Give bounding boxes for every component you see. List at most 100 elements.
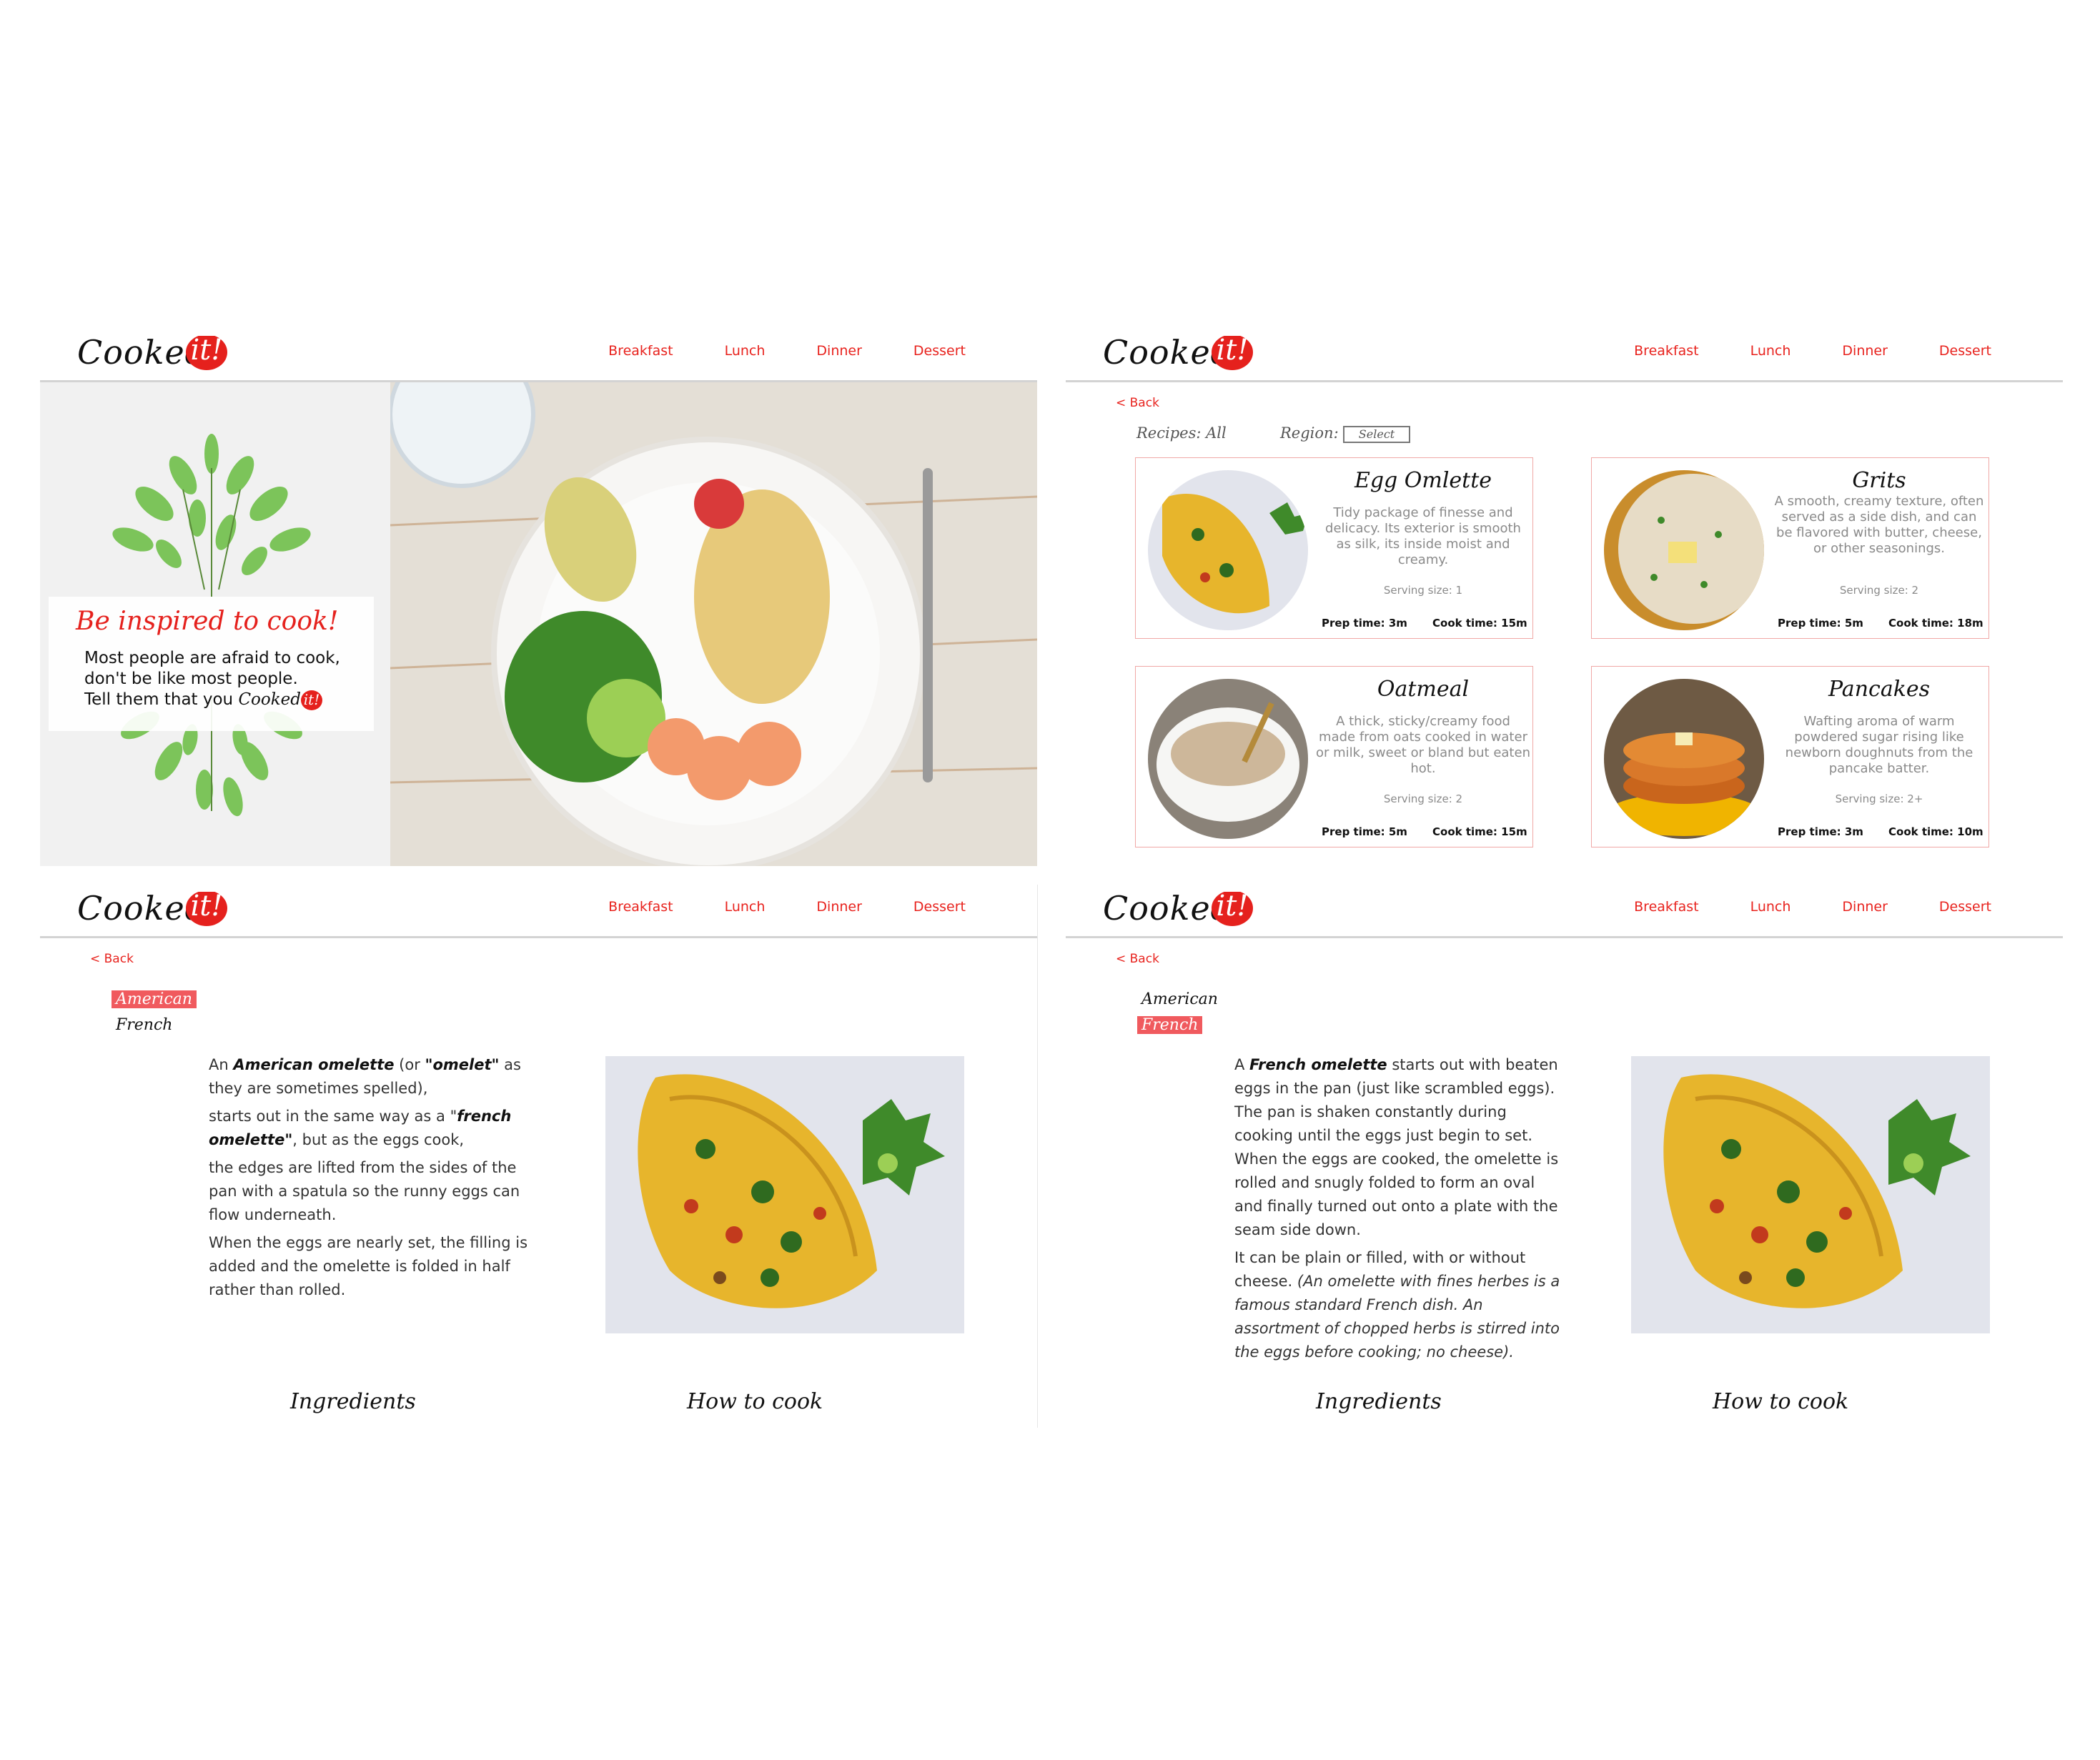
logo[interactable]: Cooked it! — [77, 892, 234, 933]
card-prep-time: Prep time: 3m — [1778, 825, 1863, 838]
nav-menu: Breakfast Lunch Dinner Dessert — [557, 899, 966, 915]
text: An — [209, 1056, 234, 1073]
card-description: Tidy package of finesse and delicacy. It… — [1325, 505, 1521, 567]
omelette-photo — [1631, 1056, 1990, 1333]
region-tab-american[interactable]: American — [1137, 990, 1222, 1008]
paragraph: An American omelette (or "omelet" as the… — [209, 1053, 538, 1100]
nav-dinner[interactable]: Dinner — [1842, 343, 1888, 359]
card-serving: Serving size: 2 — [1383, 792, 1463, 805]
recipe-card-pancakes[interactable]: Pancakes Wafting aroma of warm powdered … — [1591, 666, 1989, 847]
nav-menu: Breakfast Lunch Dinner Dessert — [1583, 899, 1991, 915]
omelette-photo — [605, 1056, 964, 1333]
french-description: A French omelette starts out with beaten… — [1234, 1053, 1567, 1368]
card-serving: Serving size: 1 — [1383, 584, 1463, 597]
nav-dinner[interactable]: Dinner — [816, 899, 862, 915]
ingredients-link[interactable]: Ingredients — [290, 1389, 416, 1414]
nav-menu: Breakfast Lunch Dinner Dessert — [1583, 343, 1991, 359]
ingredients-link[interactable]: Ingredients — [1316, 1389, 1442, 1414]
hero-title: Be inspired to cook! — [76, 607, 339, 636]
detail-french-screen: Cooked it! Breakfast Lunch Dinner Desser… — [1066, 885, 2063, 1428]
top-nav: Cooked it! Breakfast Lunch Dinner Desser… — [1066, 885, 2063, 938]
logo-badge: it! — [186, 336, 227, 370]
back-link[interactable]: < Back — [90, 952, 134, 966]
card-title: Oatmeal — [1377, 677, 1470, 702]
nav-breakfast[interactable]: Breakfast — [1634, 343, 1698, 359]
card-title: Pancakes — [1828, 677, 1931, 702]
nav-dinner[interactable]: Dinner — [1842, 899, 1888, 915]
how-to-cook-link[interactable]: How to cook — [1713, 1389, 1848, 1414]
hero-line-3: Tell them that you Cooked it! — [84, 690, 340, 710]
nav-lunch[interactable]: Lunch — [1750, 343, 1791, 359]
hero-line-3-text: Tell them that you — [84, 690, 239, 709]
card-cook-time: Cook time: 15m — [1432, 825, 1527, 838]
logo[interactable]: Cooked it! — [77, 336, 234, 377]
top-nav: Cooked it! Breakfast Lunch Dinner Desser… — [1066, 329, 2063, 382]
card-title: Grits — [1852, 468, 1906, 493]
nav-menu: Breakfast Lunch Dinner Dessert — [557, 343, 966, 359]
text-emphasis: American omelette — [233, 1056, 395, 1073]
region-label: Region: — [1280, 424, 1339, 442]
hero-line-2: don't be like most people. — [84, 670, 298, 688]
hero-leaves-panel: Be inspired to cook! Most people are afr… — [40, 382, 390, 866]
nav-lunch[interactable]: Lunch — [725, 899, 766, 915]
top-nav: Cooked it! Breakfast Lunch Dinner Desser… — [40, 329, 1037, 382]
card-title: Egg Omlette — [1354, 468, 1492, 493]
text: starts out with beaten eggs in the pan (… — [1234, 1056, 1559, 1238]
paragraph: starts out in the same way as a "french … — [209, 1105, 538, 1152]
card-cook-time: Cook time: 10m — [1888, 825, 1983, 838]
card-prep-time: Prep time: 5m — [1778, 617, 1863, 630]
region-tab-french[interactable]: French — [112, 1016, 177, 1034]
card-serving: Serving size: 2 — [1839, 584, 1919, 597]
nav-breakfast[interactable]: Breakfast — [608, 899, 673, 915]
nav-dessert[interactable]: Dessert — [1939, 899, 1991, 915]
listing-screen: Cooked it! Breakfast Lunch Dinner Desser… — [1066, 329, 2063, 866]
paragraph: It can be plain or filled, with or witho… — [1234, 1246, 1567, 1364]
text: starts out in the same way as a " — [209, 1108, 457, 1125]
logo[interactable]: Cooked it! — [1103, 336, 1260, 377]
paragraph: When the eggs are nearly set, the fillin… — [209, 1234, 528, 1298]
card-cook-time: Cook time: 18m — [1888, 617, 1983, 630]
top-nav: Cooked it! Breakfast Lunch Dinner Desser… — [40, 885, 1037, 938]
hero-food-photo — [390, 382, 1037, 866]
nav-dessert[interactable]: Dessert — [913, 343, 966, 359]
paragraph: A French omelette starts out with beaten… — [1234, 1053, 1567, 1242]
hero-line-1: Most people are afraid to cook, — [84, 649, 340, 667]
text: A — [1234, 1056, 1250, 1073]
region-select[interactable]: Select — [1343, 426, 1410, 443]
recipes-filter[interactable]: Recipes: All — [1136, 424, 1227, 442]
screen-divider — [1037, 885, 1038, 1428]
region-tab-american[interactable]: American — [112, 990, 197, 1008]
pancakes-image — [1604, 679, 1764, 839]
logo-badge: it! — [1212, 892, 1253, 926]
card-description: A thick, sticky/creamy food made from oa… — [1316, 714, 1530, 776]
grits-image — [1604, 470, 1764, 630]
back-link[interactable]: < Back — [1116, 396, 1159, 410]
recipe-card-grits[interactable]: Grits A smooth, creamy texture, often se… — [1591, 457, 1989, 639]
back-link[interactable]: < Back — [1116, 952, 1159, 966]
egg-omlette-image — [1148, 470, 1308, 630]
text: , but as the eggs cook, — [292, 1131, 465, 1148]
logo[interactable]: Cooked it! — [1103, 892, 1260, 933]
nav-dinner[interactable]: Dinner — [816, 343, 862, 359]
nav-dessert[interactable]: Dessert — [913, 899, 966, 915]
nav-breakfast[interactable]: Breakfast — [1634, 899, 1698, 915]
nav-breakfast[interactable]: Breakfast — [608, 343, 673, 359]
how-to-cook-link[interactable]: How to cook — [687, 1389, 823, 1414]
nav-dessert[interactable]: Dessert — [1939, 343, 1991, 359]
recipe-card-oatmeal[interactable]: Oatmeal A thick, sticky/creamy food made… — [1135, 666, 1533, 847]
text: (or — [394, 1056, 425, 1073]
american-description: An American omelette (or "omelet" as the… — [209, 1053, 538, 1306]
home-screen: Cooked it! Breakfast Lunch Dinner Desser… — [40, 329, 1037, 866]
paragraph: the edges are lifted from the sides of t… — [209, 1159, 520, 1223]
text-emphasis: "omelet" — [425, 1056, 500, 1073]
nav-lunch[interactable]: Lunch — [725, 343, 766, 359]
region-tab-french[interactable]: French — [1137, 1016, 1203, 1034]
nav-lunch[interactable]: Lunch — [1750, 899, 1791, 915]
card-serving: Serving size: 2+ — [1835, 792, 1923, 805]
recipe-card-egg-omlette[interactable]: Egg Omlette Tidy package of finesse and … — [1135, 457, 1533, 639]
card-cook-time: Cook time: 15m — [1432, 617, 1527, 630]
card-description: Wafting aroma of warm powdered sugar ris… — [1785, 714, 1973, 776]
hero-brand-badge: it! — [301, 690, 323, 710]
hero-text: Most people are afraid to cook, don't be… — [84, 648, 340, 710]
card-prep-time: Prep time: 3m — [1322, 617, 1407, 630]
